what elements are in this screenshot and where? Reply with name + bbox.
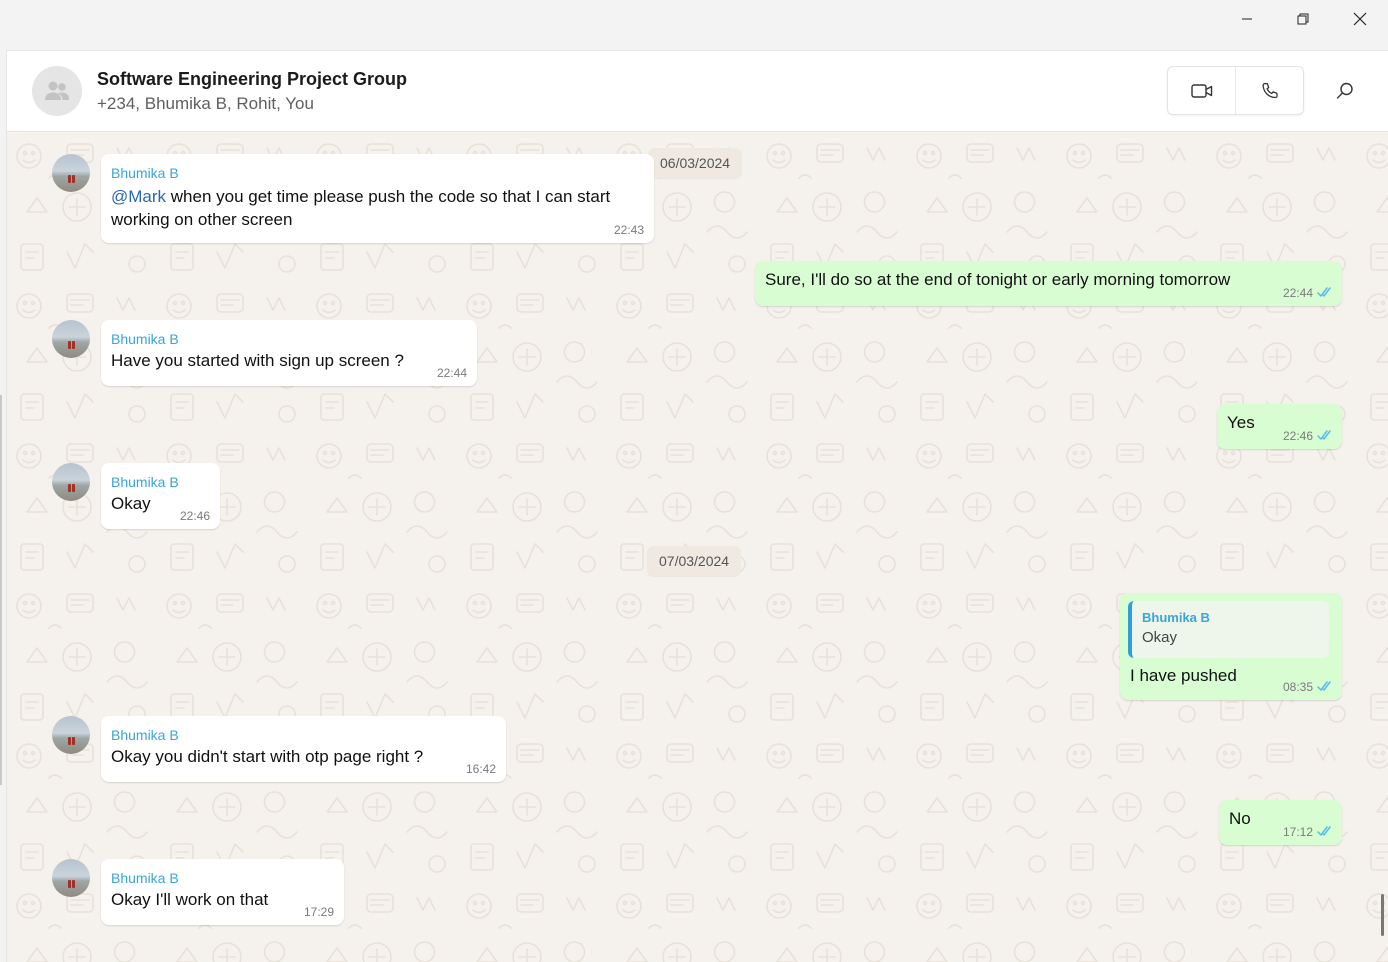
message-time: 16:42 xyxy=(465,762,496,776)
minimize-icon xyxy=(1242,18,1252,20)
sender-name[interactable]: Bhumika B xyxy=(111,165,179,181)
sender-avatar[interactable] xyxy=(52,320,90,358)
mention-link[interactable]: @Mark xyxy=(111,187,166,206)
close-icon xyxy=(1353,12,1367,26)
phone-icon xyxy=(1261,82,1278,98)
sender-name[interactable]: Bhumika B xyxy=(111,331,179,347)
sender-name[interactable]: Bhumika B xyxy=(111,474,179,490)
chat-window: Software Engineering Project Group +234,… xyxy=(6,50,1388,962)
message-text: @Mark when you get time please push the … xyxy=(111,185,610,208)
message-text: I have pushed xyxy=(1130,666,1237,685)
message-time: 22:46 xyxy=(1282,429,1313,443)
date-separator: 06/03/2024 xyxy=(648,148,743,178)
message-time: 17:12 xyxy=(1282,825,1313,839)
search-button[interactable] xyxy=(1325,71,1365,111)
message-text: Have you started with sign up screen ? xyxy=(111,351,404,370)
search-icon xyxy=(1336,82,1353,99)
group-avatar[interactable] xyxy=(32,66,82,116)
message-time: 08:35 xyxy=(1282,680,1313,694)
chat-members[interactable]: +234, Bhumika B, Rohit, You xyxy=(97,94,314,114)
date-separator: 07/03/2024 xyxy=(647,546,742,576)
voice-call-button[interactable] xyxy=(1235,67,1303,114)
message-text: Okay I'll work on that xyxy=(111,890,269,909)
read-receipt-icon xyxy=(1317,430,1331,440)
quoted-sender-name: Bhumika B xyxy=(1142,610,1210,625)
message-text: Sure, I'll do so at the end of tonight o… xyxy=(765,270,1231,289)
quoted-text: Okay xyxy=(1142,629,1178,646)
message-time: 22:43 xyxy=(613,223,644,237)
title-bar xyxy=(0,0,1388,50)
video-camera-icon xyxy=(1190,83,1212,98)
message-text-line: when you get time please push the code s… xyxy=(166,187,611,206)
message-bubble-incoming[interactable]: Bhumika B Have you started with sign up … xyxy=(101,320,477,386)
restore-button[interactable] xyxy=(1275,0,1331,38)
video-call-button[interactable] xyxy=(1168,67,1235,114)
sender-avatar[interactable] xyxy=(52,716,90,754)
sender-name[interactable]: Bhumika B xyxy=(111,727,179,743)
minimize-button[interactable] xyxy=(1219,0,1275,38)
message-bubble-incoming[interactable]: Bhumika B @Mark when you get time please… xyxy=(101,154,654,243)
message-time: 17:29 xyxy=(303,905,334,919)
message-bubble-outgoing[interactable]: Yes 22:46 xyxy=(1217,404,1342,449)
read-receipt-icon xyxy=(1317,681,1331,691)
read-receipt-icon xyxy=(1317,826,1331,836)
chat-header: Software Engineering Project Group +234,… xyxy=(7,51,1388,132)
message-bubble-incoming[interactable]: Bhumika B Okay I'll work on that 17:29 xyxy=(101,859,344,925)
message-time: 22:44 xyxy=(1282,286,1313,300)
message-text: Okay you didn't start with otp page righ… xyxy=(111,747,424,766)
sender-avatar[interactable] xyxy=(52,154,90,192)
message-text: No xyxy=(1229,809,1251,828)
message-time: 22:46 xyxy=(179,509,210,523)
message-time: 22:44 xyxy=(436,366,467,380)
restore-icon xyxy=(1297,13,1309,25)
message-bubble-outgoing[interactable]: No 17:12 xyxy=(1219,800,1342,845)
message-list[interactable]: 06/03/2024 Bhumika B @Mark when you get … xyxy=(7,132,1388,962)
message-bubble-outgoing[interactable]: Sure, I'll do so at the end of tonight o… xyxy=(755,261,1342,306)
read-receipt-icon xyxy=(1317,287,1331,297)
message-bubble-incoming[interactable]: Bhumika B Okay you didn't start with otp… xyxy=(101,716,506,782)
scrollbar-thumb[interactable] xyxy=(1381,894,1384,936)
call-buttons-group xyxy=(1167,66,1304,115)
group-icon xyxy=(45,81,69,100)
sender-avatar[interactable] xyxy=(52,463,90,501)
message-text: Yes xyxy=(1227,413,1255,432)
sender-name[interactable]: Bhumika B xyxy=(111,870,179,886)
quoted-message[interactable]: Bhumika B Okay xyxy=(1128,601,1329,658)
message-bubble-outgoing[interactable]: Bhumika B Okay I have pushed 08:35 xyxy=(1120,593,1342,700)
message-text-line: working on other screen xyxy=(111,210,293,229)
window-edge-divider xyxy=(0,395,2,785)
close-button[interactable] xyxy=(1332,0,1388,38)
sender-avatar[interactable] xyxy=(52,859,90,897)
message-bubble-incoming[interactable]: Bhumika B Okay 22:46 xyxy=(101,463,220,529)
message-text: Okay xyxy=(111,494,151,513)
chat-title[interactable]: Software Engineering Project Group xyxy=(97,69,407,90)
